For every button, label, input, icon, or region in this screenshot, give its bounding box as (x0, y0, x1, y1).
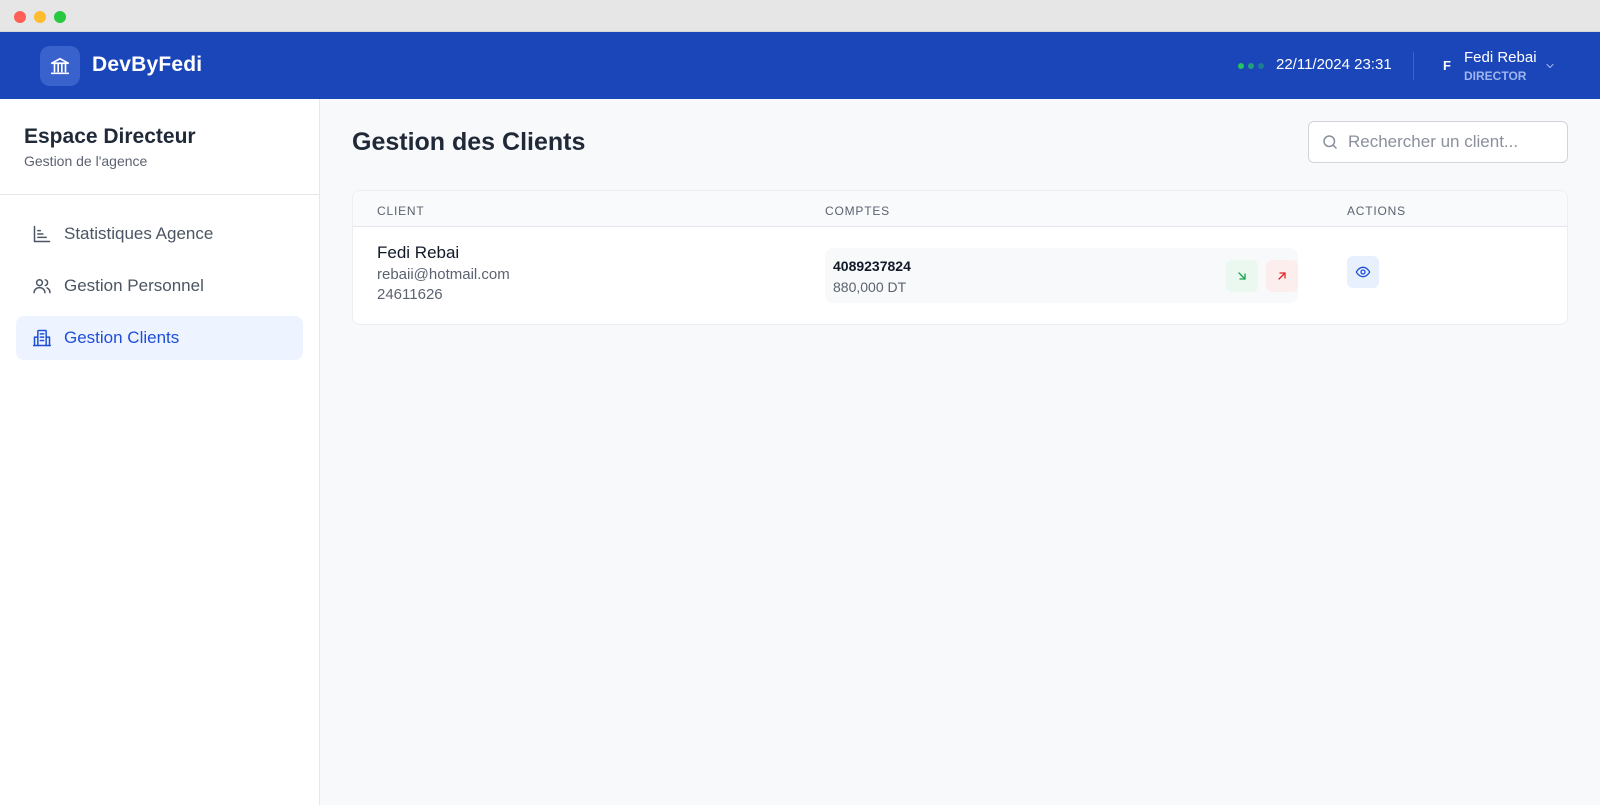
users-icon (33, 279, 51, 294)
column-header-comptes: COMPTES (825, 204, 890, 218)
minimize-window-button[interactable] (34, 11, 46, 23)
view-client-button[interactable] (1347, 256, 1379, 288)
sidebar-divider (0, 194, 320, 195)
header-divider (1413, 52, 1414, 80)
status-dot (1248, 63, 1254, 69)
status-indicator (1238, 63, 1264, 69)
current-datetime: 22/11/2024 23:31 (1276, 56, 1392, 73)
account-balance: 880,000 DT (833, 279, 907, 295)
client-email: rebaii@hotmail.com (377, 266, 510, 283)
column-header-actions: ACTIONS (1347, 204, 1406, 218)
sidebar-item-statistiques[interactable]: Statistiques Agence (16, 212, 303, 256)
maximize-window-button[interactable] (54, 11, 66, 23)
chevron-down-icon[interactable] (1544, 59, 1556, 77)
page-title: Gestion des Clients (352, 128, 586, 156)
sidebar-item-label: Statistiques Agence (64, 224, 214, 243)
withdraw-button[interactable] (1266, 260, 1298, 292)
brand-name[interactable]: DevByFedi (92, 53, 202, 77)
sidebar-item-personnel[interactable]: Gestion Personnel (16, 264, 303, 308)
search-input[interactable] (1348, 132, 1548, 152)
status-dot (1238, 63, 1244, 69)
sidebar-title: Espace Directeur (24, 125, 196, 148)
account-number: 4089237824 (833, 258, 911, 274)
deposit-button[interactable] (1226, 260, 1258, 292)
arrow-up-right-icon (1278, 272, 1286, 280)
building-icon (32, 329, 52, 347)
bar-chart-icon (33, 225, 51, 243)
app-header: DevByFedi 22/11/2024 23:31 F Fedi Rebai … (0, 32, 1600, 99)
sidebar-subtitle: Gestion de l'agence (24, 153, 148, 169)
status-dot (1258, 63, 1264, 69)
client-name: Fedi Rebai (377, 243, 460, 262)
table-header: CLIENT COMPTES ACTIONS (353, 191, 1567, 227)
sidebar-item-label: Gestion Personnel (64, 276, 204, 295)
search-icon (1323, 135, 1337, 149)
arrow-down-right-icon (1238, 272, 1246, 280)
user-role: DIRECTOR (1464, 69, 1527, 83)
window-titlebar (0, 0, 1600, 32)
account-card: 4089237824 880,000 DT (825, 248, 1298, 303)
user-name[interactable]: Fedi Rebai (1464, 49, 1537, 66)
eye-icon (1355, 266, 1371, 278)
sidebar-item-label: Gestion Clients (64, 328, 180, 347)
sidebar-item-clients[interactable]: Gestion Clients (16, 316, 303, 360)
client-phone: 24611626 (377, 286, 443, 303)
close-window-button[interactable] (14, 11, 26, 23)
column-header-client: CLIENT (377, 204, 425, 218)
clients-table: CLIENT COMPTES ACTIONS Fedi Rebai rebaii… (352, 190, 1568, 325)
sidebar: Espace Directeur Gestion de l'agence Sta… (0, 99, 320, 805)
main-content: Gestion des Clients CLIENT COMPTES ACTIO… (320, 99, 1600, 805)
search-box[interactable] (1308, 121, 1568, 163)
bank-logo-icon[interactable] (40, 46, 80, 86)
user-avatar[interactable]: F (1443, 58, 1451, 73)
